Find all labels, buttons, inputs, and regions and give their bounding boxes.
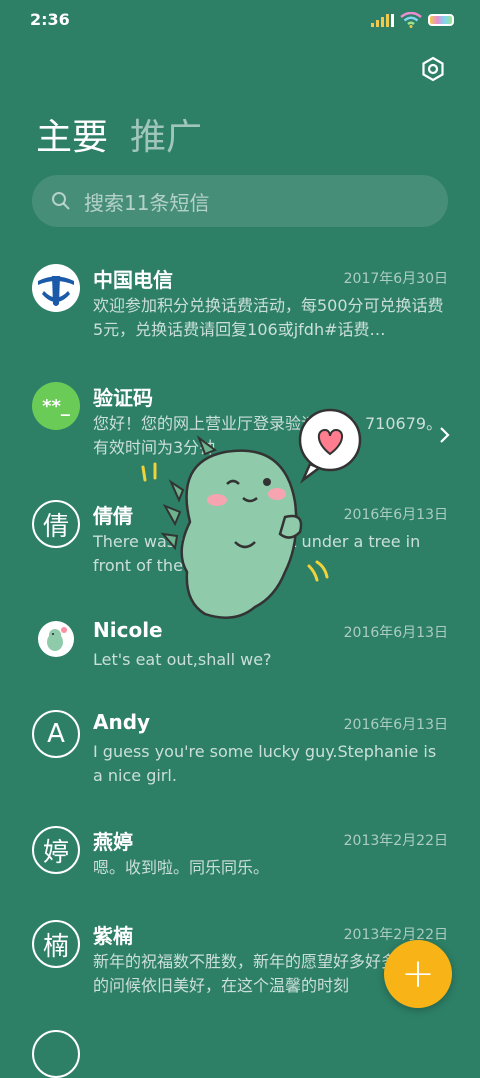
search-icon (52, 192, 70, 210)
conversation-item[interactable]: 婷 燕婷 2013年2月22日 嗯。收到啦。同乐同乐。 (0, 814, 480, 904)
conversation-preview: 欢迎参加积分兑换话费活动，每500分可兑换话费5元，兑换话费请回复106或jfd… (93, 296, 444, 339)
contact-avatar: 婷 (32, 826, 80, 874)
conversation-date: 2013年2月22日 (343, 833, 448, 849)
status-bar: 2:36 (0, 0, 480, 44)
search-placeholder: 搜索11条短信 (84, 190, 210, 215)
tab-main[interactable]: 主要 (36, 108, 108, 160)
conversation-date: 2016年6月13日 (343, 717, 448, 733)
contact-avatar: 倩 (32, 500, 80, 548)
status-time: 2:36 (30, 10, 70, 29)
conversation-name: 紫楠 (93, 924, 133, 948)
conversation-item[interactable]: 中国电信 2017年6月30日 欢迎参加积分兑换话费活动，每500分可兑换话费5… (0, 252, 480, 362)
new-message-button[interactable]: + (384, 940, 452, 1008)
wifi-icon (400, 12, 422, 28)
conversation-name: Andy (93, 710, 151, 734)
conversation-name: 中国电信 (93, 268, 173, 292)
contact-avatar: A (32, 710, 80, 758)
tab-bar: 主要 推广 (36, 108, 202, 160)
conversation-item[interactable]: A Andy 2016年6月13日 I guess you're some lu… (0, 698, 480, 808)
dinosaur-avatar-icon (38, 621, 74, 657)
contact-avatar (32, 1030, 80, 1078)
conversation-date: 2017年6月30日 (343, 271, 448, 287)
conversation-item[interactable] (0, 1022, 480, 1078)
tab-promo[interactable]: 推广 (130, 108, 202, 160)
conversation-name: 倩倩 (93, 504, 133, 528)
status-icons (371, 12, 454, 28)
conversation-preview: 嗯。收到啦。同乐同乐。 (93, 858, 270, 877)
conversation-preview: Let's eat out,shall we? (93, 650, 272, 669)
contact-avatar: 楠 (32, 920, 80, 968)
conversation-name: 燕婷 (93, 830, 133, 854)
chevron-right-icon[interactable] (438, 425, 452, 445)
conversation-date: 2013年2月22日 (343, 927, 448, 943)
china-telecom-logo-icon (32, 264, 80, 312)
settings-icon[interactable] (420, 56, 446, 82)
search-bar[interactable]: 搜索11条短信 (32, 175, 448, 227)
verification-avatar: **_ (32, 382, 80, 430)
plus-icon: + (401, 951, 435, 997)
dinosaur-sticker-icon (141, 408, 362, 619)
conversation-preview: I guess you're some lucky guy.Stephanie … (93, 742, 437, 785)
signal-icon (371, 13, 394, 27)
battery-icon (428, 14, 454, 26)
